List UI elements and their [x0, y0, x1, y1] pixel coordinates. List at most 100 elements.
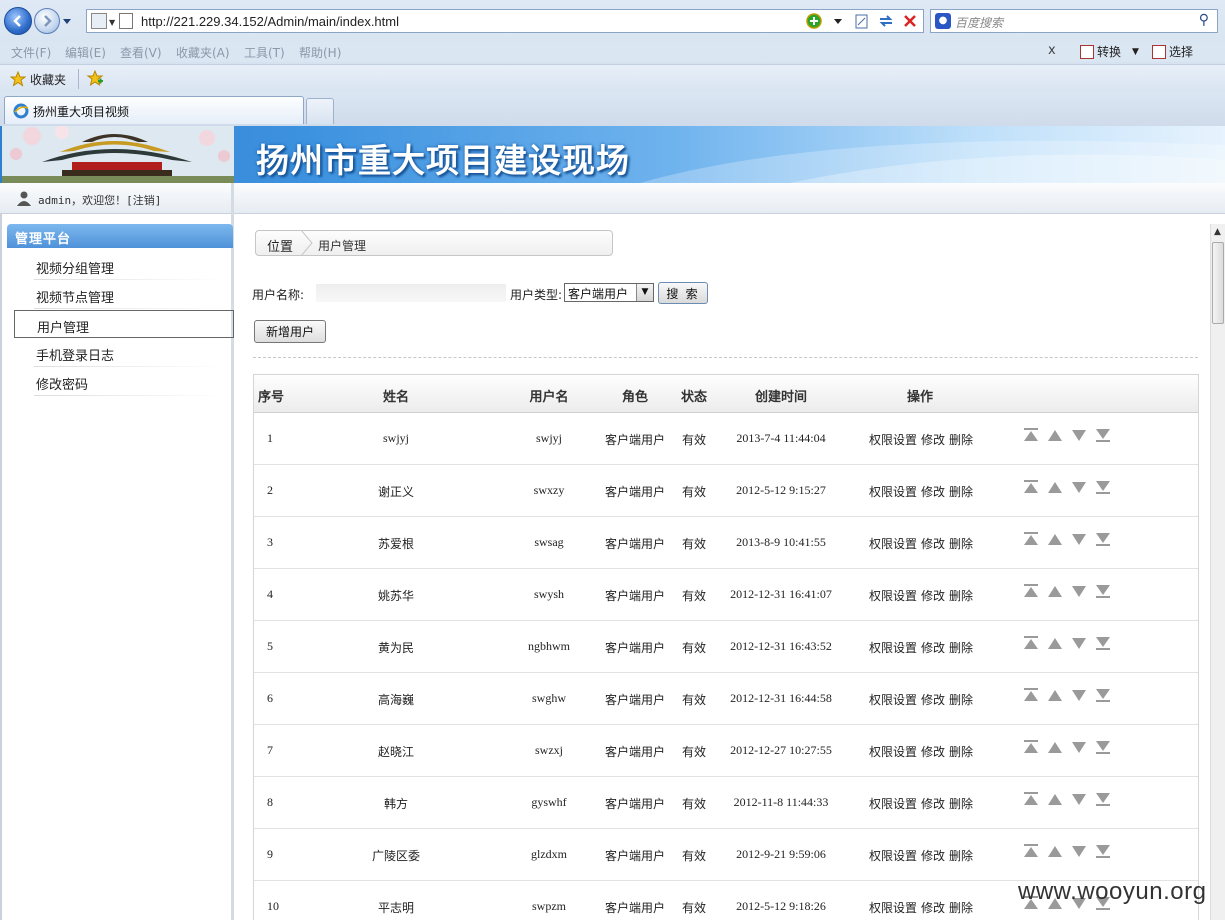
move-up-icon[interactable]: [1047, 843, 1063, 859]
move-up-icon[interactable]: [1047, 791, 1063, 807]
chevron-down-icon[interactable]: ▼: [1132, 47, 1139, 57]
move-bottom-icon[interactable]: [1095, 635, 1111, 651]
move-up-icon[interactable]: [1047, 583, 1063, 599]
usertype-select[interactable]: 客户端用户 ▼: [564, 283, 654, 302]
sidebar-item-change-password[interactable]: 修改密码: [14, 368, 234, 396]
move-up-icon[interactable]: [1047, 739, 1063, 755]
search-icon[interactable]: ⚲: [1199, 12, 1209, 28]
move-top-icon[interactable]: [1023, 479, 1039, 495]
permission-settings-link[interactable]: 权限设置: [869, 901, 917, 915]
menu-tools[interactable]: 工具(T): [244, 44, 285, 61]
move-up-icon[interactable]: [1047, 635, 1063, 651]
add-user-button[interactable]: 新增用户: [254, 320, 326, 343]
convert-button[interactable]: 转换 ▼: [1080, 43, 1139, 60]
sidebar-item-video-groups[interactable]: 视频分组管理: [14, 252, 234, 280]
edit-link[interactable]: 修改: [921, 901, 945, 915]
permission-settings-link[interactable]: 权限设置: [869, 849, 917, 863]
permission-settings-link[interactable]: 权限设置: [869, 589, 917, 603]
delete-link[interactable]: 删除: [949, 901, 973, 915]
delete-link[interactable]: 删除: [949, 849, 973, 863]
edit-link[interactable]: 修改: [921, 537, 945, 551]
favorites-label[interactable]: 收藏夹: [30, 71, 66, 88]
scroll-thumb[interactable]: [1212, 242, 1224, 324]
permission-settings-link[interactable]: 权限设置: [869, 485, 917, 499]
delete-link[interactable]: 删除: [949, 537, 973, 551]
forward-button[interactable]: [34, 8, 60, 34]
select-button[interactable]: 选择: [1152, 43, 1193, 60]
move-bottom-icon[interactable]: [1095, 739, 1111, 755]
permission-settings-link[interactable]: 权限设置: [869, 537, 917, 551]
menu-view[interactable]: 查看(V): [120, 44, 162, 61]
delete-link[interactable]: 删除: [949, 693, 973, 707]
search-placeholder[interactable]: 百度搜索: [955, 14, 1003, 31]
move-down-icon[interactable]: [1071, 635, 1087, 651]
move-bottom-icon[interactable]: [1095, 531, 1111, 547]
scroll-up-icon[interactable]: ▲: [1214, 227, 1221, 237]
move-up-icon[interactable]: [1047, 687, 1063, 703]
move-top-icon[interactable]: [1023, 635, 1039, 651]
delete-link[interactable]: 删除: [949, 589, 973, 603]
chevron-down-icon[interactable]: ▼: [636, 284, 653, 301]
move-top-icon[interactable]: [1023, 427, 1039, 443]
permission-settings-link[interactable]: 权限设置: [869, 433, 917, 447]
chevron-down-icon[interactable]: [829, 13, 847, 29]
user-greeting[interactable]: admin，欢迎您！[注销]: [38, 192, 161, 208]
move-top-icon[interactable]: [1023, 687, 1039, 703]
username-input[interactable]: [316, 284, 506, 302]
delete-link[interactable]: 删除: [949, 485, 973, 499]
tab-active[interactable]: 扬州重大项目视频: [4, 96, 304, 124]
close-icon[interactable]: x: [1048, 43, 1056, 58]
move-up-icon[interactable]: [1047, 479, 1063, 495]
edit-link[interactable]: 修改: [921, 589, 945, 603]
stop-icon[interactable]: [901, 13, 919, 29]
edit-link[interactable]: 修改: [921, 745, 945, 759]
move-down-icon[interactable]: [1071, 479, 1087, 495]
move-bottom-icon[interactable]: [1095, 687, 1111, 703]
move-up-icon[interactable]: [1047, 531, 1063, 547]
url-text[interactable]: http://221.229.34.152/Admin/main/index.h…: [141, 14, 399, 29]
favorites-star-icon[interactable]: [10, 71, 26, 87]
address-bar[interactable]: ▼ http://221.229.34.152/Admin/main/index…: [86, 9, 924, 33]
move-bottom-icon[interactable]: [1095, 583, 1111, 599]
move-bottom-icon[interactable]: [1095, 791, 1111, 807]
add-favorite-icon[interactable]: [86, 70, 104, 88]
move-top-icon[interactable]: [1023, 739, 1039, 755]
permission-settings-link[interactable]: 权限设置: [869, 745, 917, 759]
edit-link[interactable]: 修改: [921, 797, 945, 811]
edit-link[interactable]: 修改: [921, 641, 945, 655]
move-down-icon[interactable]: [1071, 427, 1087, 443]
sidebar-item-mobile-login-log[interactable]: 手机登录日志: [14, 339, 234, 367]
search-button[interactable]: 搜 索: [658, 282, 708, 304]
compatibility-icon[interactable]: [853, 13, 871, 29]
search-box[interactable]: ● 百度搜索 ⚲: [930, 9, 1218, 33]
move-bottom-icon[interactable]: [1095, 479, 1111, 495]
edit-link[interactable]: 修改: [921, 693, 945, 707]
permission-settings-link[interactable]: 权限设置: [869, 693, 917, 707]
move-bottom-icon[interactable]: [1095, 843, 1111, 859]
move-down-icon[interactable]: [1071, 687, 1087, 703]
chevron-down-icon[interactable]: ▼: [109, 18, 115, 27]
move-up-icon[interactable]: [1047, 427, 1063, 443]
move-top-icon[interactable]: [1023, 843, 1039, 859]
menu-edit[interactable]: 编辑(E): [65, 44, 106, 61]
edit-link[interactable]: 修改: [921, 485, 945, 499]
permission-settings-link[interactable]: 权限设置: [869, 641, 917, 655]
sidebar-item-users[interactable]: 用户管理: [14, 310, 234, 338]
move-top-icon[interactable]: [1023, 791, 1039, 807]
menu-file[interactable]: 文件(F): [11, 44, 51, 61]
menu-help[interactable]: 帮助(H): [299, 44, 341, 61]
history-dropdown-icon[interactable]: [62, 16, 72, 26]
menu-favorites[interactable]: 收藏夹(A): [176, 44, 230, 61]
new-tab-button[interactable]: [306, 98, 334, 124]
move-top-icon[interactable]: [1023, 531, 1039, 547]
delete-link[interactable]: 删除: [949, 641, 973, 655]
move-down-icon[interactable]: [1071, 791, 1087, 807]
delete-link[interactable]: 删除: [949, 433, 973, 447]
edit-link[interactable]: 修改: [921, 433, 945, 447]
refresh-icon[interactable]: [877, 13, 895, 29]
move-down-icon[interactable]: [1071, 583, 1087, 599]
add-green-icon[interactable]: [805, 13, 823, 29]
compat-view-icon[interactable]: [91, 13, 107, 29]
move-down-icon[interactable]: [1071, 843, 1087, 859]
delete-link[interactable]: 删除: [949, 745, 973, 759]
